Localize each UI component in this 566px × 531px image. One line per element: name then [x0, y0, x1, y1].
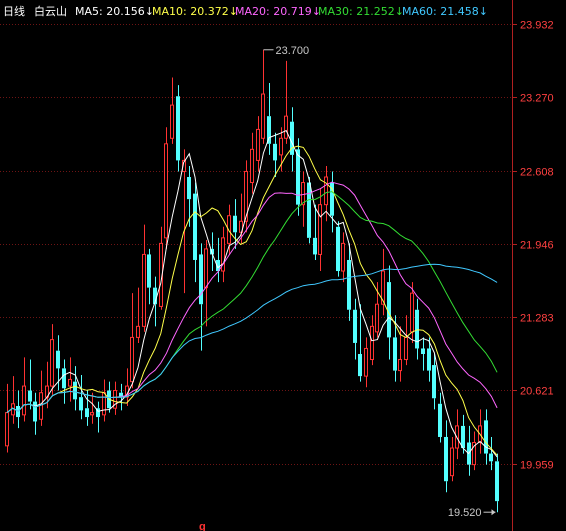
candle-body-up: [164, 143, 168, 239]
candle-body-down: [33, 401, 37, 422]
candle-body-up: [5, 412, 9, 447]
candle-body-up: [370, 325, 374, 361]
price-tick-label: 21.283: [520, 313, 554, 325]
legend-ma30: MA30: 21.252↓: [318, 5, 404, 18]
legend-period: 日线: [3, 4, 25, 18]
candle-body-down: [432, 365, 436, 399]
candle-body-down: [484, 420, 488, 454]
legend-ma60: MA60: 21.458↓: [402, 5, 488, 18]
candle-body-down: [28, 390, 32, 402]
candle-body-up: [68, 378, 72, 387]
legend-ma20: MA20: 20.719↓: [235, 5, 321, 18]
candle-body-up: [102, 392, 106, 416]
candle-body-down: [427, 348, 431, 371]
candle-body-up: [375, 303, 379, 333]
legend-ma5: MA5: 20.156↓: [75, 5, 154, 18]
candle-body-up: [250, 148, 254, 184]
candle-body-down: [56, 350, 60, 369]
candle-body-up: [341, 242, 345, 272]
candle-body-up: [256, 128, 260, 161]
candle-body-down: [336, 226, 340, 272]
candle-body-up: [39, 392, 43, 420]
bottom-marker: g: [199, 521, 206, 531]
candle-body-down: [461, 425, 465, 449]
candle-body-up: [136, 325, 140, 338]
candle-body-up: [90, 412, 94, 416]
candle-body-down: [62, 368, 66, 389]
low-price-label: 19.520: [448, 507, 482, 519]
candle-body-down: [313, 237, 317, 255]
price-tick-label: 20.621: [520, 386, 554, 398]
candle-body-down: [347, 259, 351, 310]
candle-body-down: [296, 149, 300, 205]
candle-body-up: [450, 447, 454, 477]
candle-body-down: [147, 254, 151, 288]
candle-body-up: [142, 253, 146, 327]
price-tick-label: 21.946: [520, 240, 554, 252]
candle-body-down: [353, 309, 357, 343]
candle-body-up: [284, 115, 288, 139]
candle-body-down: [444, 436, 448, 482]
candle-body-down: [421, 348, 425, 354]
candle-body-down: [267, 116, 271, 144]
candle-body-down: [307, 182, 311, 238]
candle-body-down: [193, 193, 197, 260]
candle-body-up: [170, 104, 174, 139]
candle-body-up: [279, 137, 283, 156]
candle-body-down: [358, 354, 362, 377]
candle-body-up: [324, 176, 328, 206]
candle-body-down: [393, 337, 397, 371]
candle-body-up: [204, 248, 208, 289]
candle-body-down: [187, 177, 191, 200]
candle-body-up: [261, 93, 265, 139]
candle-body-down: [73, 381, 77, 400]
candle-body-up: [318, 204, 322, 255]
candle-body-down: [176, 96, 180, 161]
price-tick-label: 22.608: [520, 167, 554, 179]
candle-body-down: [438, 403, 442, 437]
candle-body-down: [495, 461, 499, 502]
candle-body-up: [364, 347, 368, 377]
legend-stock-name: 白云山: [34, 4, 67, 18]
candle-body-down: [489, 453, 493, 462]
chart-background: [0, 0, 566, 531]
price-tick-label: 23.932: [520, 20, 554, 32]
high-price-label: 23.700: [276, 45, 310, 57]
candle-body-down: [233, 215, 237, 233]
candle-body-up: [301, 182, 305, 206]
kline-chart[interactable]: 23.700 19.520 23.932 23.270 22.608 21.946 21.…: [0, 0, 566, 531]
candle-body-up: [410, 292, 414, 333]
price-tick-label: 19.959: [520, 460, 554, 472]
candle-body-down: [415, 309, 419, 349]
candle-body-up: [398, 359, 402, 372]
candle-body-down: [199, 254, 203, 305]
candle-body-down: [79, 397, 83, 411]
price-tick-label: 23.270: [520, 93, 554, 105]
candle-body-up: [130, 336, 134, 383]
candle-body-down: [85, 408, 89, 418]
candle-body-up: [22, 385, 26, 416]
candle-body-up: [50, 339, 54, 387]
candle-body-up: [404, 336, 408, 361]
candle-body-down: [273, 143, 277, 161]
legend-ma10: MA10: 20.372↓: [152, 5, 238, 18]
